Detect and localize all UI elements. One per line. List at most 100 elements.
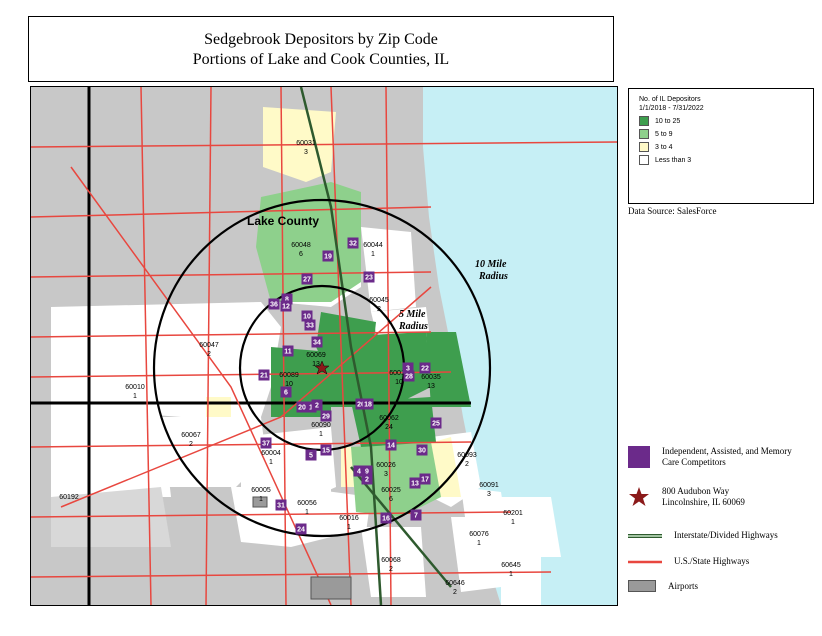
zip-count: 3	[487, 491, 491, 498]
zip-count: 13	[427, 383, 435, 390]
competitor-number: 23	[365, 275, 373, 282]
zip-count: 1	[347, 524, 351, 531]
legend-class-row: 10 to 25	[639, 116, 813, 126]
competitor-number: 10	[303, 314, 311, 321]
map-title-box: Sedgebrook Depositors by Zip Code Portio…	[28, 16, 614, 82]
zip-count: 3	[384, 471, 388, 478]
competitor-number: 13	[411, 481, 419, 488]
zip-label: 60010	[125, 384, 145, 391]
legend-title-line1: No. of IL Depositors	[639, 96, 701, 103]
zip-count: 1	[371, 251, 375, 258]
legend-swatch	[639, 116, 649, 126]
data-source: Data Source: SalesForce	[628, 206, 717, 216]
zip-label: 60044	[363, 242, 383, 249]
competitor-number: 34	[313, 340, 321, 347]
ushighway-line-icon	[628, 560, 662, 563]
airport-area	[310, 576, 352, 600]
zip-count: 2	[377, 306, 381, 313]
zip-label: 60192	[59, 494, 79, 501]
zip-label: 60026	[376, 462, 396, 469]
competitor-number: 5	[309, 453, 313, 460]
competitor-number: 21	[260, 373, 268, 380]
zip-area-60010	[51, 407, 171, 497]
competitor-number: 22	[421, 366, 429, 373]
zip-count: 1	[133, 393, 137, 400]
legend-swatch	[639, 142, 649, 152]
address-line2: Lincolnshire, IL 60069	[662, 497, 745, 507]
zip-label: 60646	[445, 580, 465, 587]
competitor-number: 33	[306, 323, 314, 330]
legend-title-line2: 1/1/2018 - 7/31/2022	[639, 105, 704, 112]
zip-label: 60076	[469, 531, 489, 538]
legend-airports: Airports	[628, 580, 698, 592]
zip-label: 60067	[181, 432, 201, 439]
competitor-number: 6	[284, 390, 288, 397]
competitor-number: 2	[365, 477, 369, 484]
competitor-number: 15	[322, 448, 330, 455]
legend-interstate: Interstate/Divided Highways	[628, 530, 778, 541]
competitor-number: 24	[297, 527, 305, 534]
zip-count: 2	[389, 566, 393, 573]
legend-interstate-label: Interstate/Divided Highways	[674, 530, 778, 540]
zip-label: 60089	[279, 372, 299, 379]
map-title: Sedgebrook Depositors by Zip Code	[204, 31, 438, 48]
zip-label: 60035	[421, 374, 441, 381]
zip-label: 60645	[501, 562, 521, 569]
legend-class-label: 10 to 25	[655, 117, 681, 125]
zip-label: 60047	[199, 342, 219, 349]
airport-swatch-icon	[628, 580, 656, 592]
competitor-number: 11	[284, 349, 292, 356]
zip-count: 10	[395, 379, 403, 386]
zip-count: 1	[477, 540, 481, 547]
zip-count: 6	[299, 251, 303, 258]
competitor-number: 20	[298, 405, 306, 412]
competitor-number: 32	[349, 241, 357, 248]
zip-label: 60016	[339, 515, 359, 522]
competitor-number: 36	[270, 302, 278, 309]
zip-area-60067-y	[206, 397, 231, 417]
competitor-number: 17	[421, 477, 429, 484]
zip-label: 60069	[306, 352, 326, 359]
zip-count: 2	[465, 461, 469, 468]
competitor-number: 16	[382, 516, 390, 523]
zip-count: 24	[385, 424, 393, 431]
competitor-number: 29	[322, 414, 330, 421]
legend-ushighway: U.S./State Highways	[628, 556, 749, 567]
competitor-number: 25	[432, 421, 440, 428]
legend-class-label: Less than 3	[655, 156, 692, 164]
legend-site-address: 800 Audubon Way Lincolnshire, IL 60069	[662, 486, 745, 508]
zip-count: 2	[207, 351, 211, 358]
competitor-number: 31	[277, 503, 285, 510]
competitor-number: 7	[414, 513, 418, 520]
legend-class-row: Less than 3	[639, 155, 813, 165]
competitor-number: 27	[303, 277, 311, 284]
legend-site: 800 Audubon Way Lincolnshire, IL 60069	[628, 486, 745, 508]
zip-count: 6	[389, 496, 393, 503]
zip-count: 2	[189, 441, 193, 448]
zip-count: 3	[304, 149, 308, 156]
radius-10-label-l2: Radius	[478, 271, 508, 282]
competitor-number: 19	[324, 254, 332, 261]
zip-area-60645	[501, 547, 541, 605]
radius-10-label-l1: 10 Mile	[475, 259, 507, 270]
zip-count: 1	[269, 459, 273, 466]
zip-count: 1	[511, 519, 515, 526]
zip-label: 60005	[251, 487, 271, 494]
legend-swatch	[639, 155, 649, 165]
radius-5-label-l2: Radius	[398, 321, 428, 332]
legend-swatch	[639, 129, 649, 139]
map-frame: Lake County 10 Mile Radius 5 Mile Radius…	[30, 86, 618, 606]
zip-label: 60090	[311, 422, 331, 429]
zip-count: 2	[453, 589, 457, 596]
zip-label: 60201	[503, 510, 523, 517]
legend-class-row: 3 to 4	[639, 142, 813, 152]
map-subtitle: Portions of Lake and Cook Counties, IL	[192, 51, 450, 68]
map-canvas: Lake County 10 Mile Radius 5 Mile Radius…	[31, 87, 617, 605]
zip-count: 1	[259, 496, 263, 503]
county-label: Lake County	[247, 214, 319, 228]
zip-label: 60048	[291, 242, 311, 249]
zip-label: 60091	[479, 482, 499, 489]
zip-label: 60056	[297, 500, 317, 507]
zip-label: 60093	[457, 452, 477, 459]
zip-area-60015	[331, 332, 431, 407]
